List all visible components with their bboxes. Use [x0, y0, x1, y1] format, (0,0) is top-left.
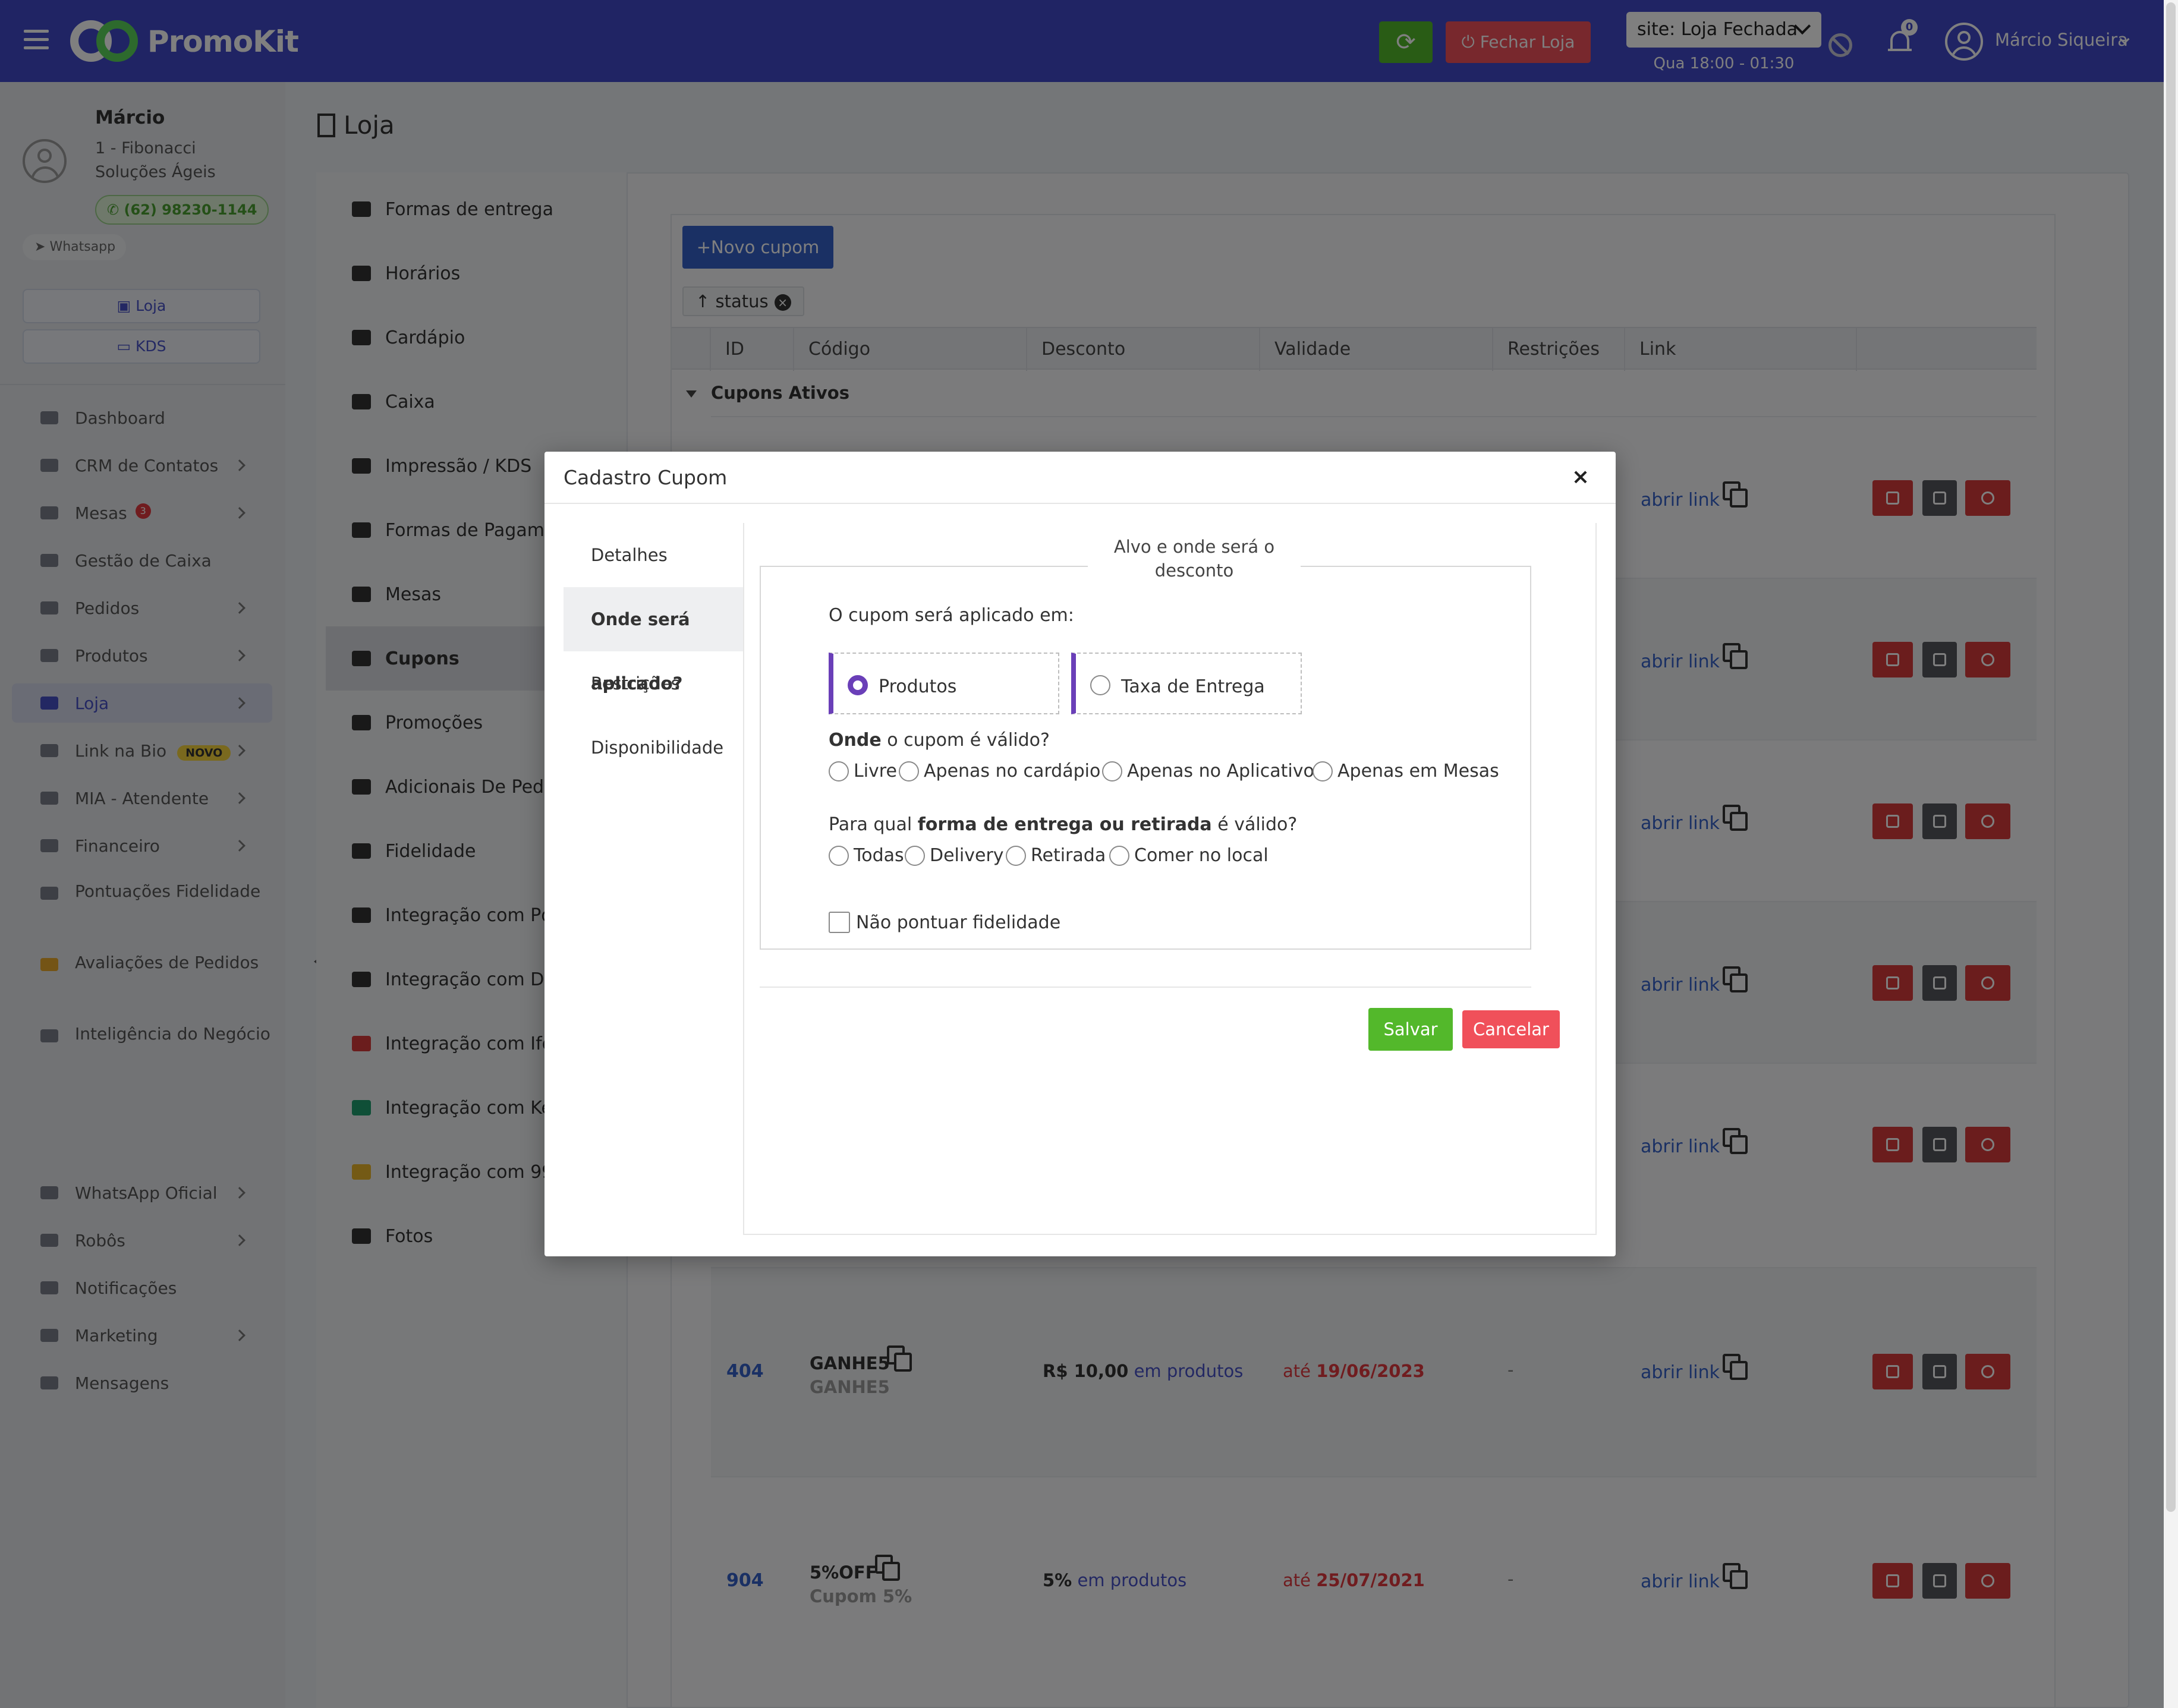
delivery-option-label: Retirada [1031, 845, 1106, 866]
where-option-label: Apenas no cardápio [924, 761, 1101, 781]
fieldset-legend: Alvo e onde será o desconto [1088, 535, 1301, 582]
tab-restricoes[interactable]: Restrições [564, 651, 743, 716]
delivery-question-prefix: Para qual [829, 814, 918, 835]
where-option-cardapio[interactable]: Apenas no cardápio [899, 761, 1100, 781]
where-question-rest: o cupom é válido? [881, 730, 1050, 751]
target-option-label: Taxa de Entrega [1121, 676, 1265, 697]
radio-delivery[interactable] [905, 845, 925, 866]
delivery-question-bold: forma de entrega ou retirada [917, 814, 1212, 835]
radio-aplicativo[interactable] [1102, 761, 1122, 781]
delivery-option-comer-local[interactable]: Comer no local [1109, 845, 1269, 866]
checkbox-box[interactable] [829, 912, 850, 933]
cancel-button[interactable]: Cancelar [1462, 1010, 1560, 1048]
where-question-bold: Onde [829, 730, 882, 751]
radio-comer-local[interactable] [1109, 845, 1129, 866]
where-option-livre[interactable]: Livre [829, 761, 897, 781]
where-option-label: Apenas no Aplicativo [1127, 761, 1314, 781]
modal-tabs: Detalhes Onde será aplicado? Restrições … [564, 523, 744, 1235]
where-option-mesas[interactable]: Apenas em Mesas [1313, 761, 1499, 781]
where-option-label: Apenas em Mesas [1337, 761, 1499, 781]
modal-header: Cadastro Cupom × [544, 452, 1616, 504]
delivery-option-label: Todas [854, 845, 904, 866]
modal-divider [760, 987, 1531, 988]
delivery-option-delivery[interactable]: Delivery [905, 845, 1004, 866]
delivery-question-suffix: é válido? [1211, 814, 1298, 835]
radio-taxa-entrega[interactable] [1090, 675, 1110, 695]
tab-disponibilidade[interactable]: Disponibilidade [564, 716, 743, 780]
close-icon[interactable]: × [1572, 465, 1590, 489]
tab-onde-aplicado[interactable]: Onde será aplicado? [564, 587, 743, 694]
delivery-option-label: Comer no local [1134, 845, 1269, 866]
radio-todas[interactable] [829, 845, 849, 866]
target-option-taxa-entrega[interactable]: Taxa de Entrega [1071, 653, 1302, 714]
page-scrollbar[interactable] [2164, 0, 2178, 1708]
delivery-option-retirada[interactable]: Retirada [1006, 845, 1106, 866]
scrollbar-thumb[interactable] [2166, 2, 2176, 1512]
delivery-question: Para qual forma de entrega ou retirada é… [829, 814, 1297, 835]
radio-produtos[interactable] [848, 675, 868, 695]
delivery-option-label: Delivery [930, 845, 1004, 866]
delivery-option-todas[interactable]: Todas [829, 845, 904, 866]
coupon-modal: Cadastro Cupom × Detalhes Onde será apli… [544, 452, 1616, 1256]
tab-detalhes[interactable]: Detalhes [564, 523, 743, 587]
no-points-checkbox[interactable]: Não pontuar fidelidade [829, 912, 1060, 933]
save-button[interactable]: Salvar [1368, 1008, 1453, 1051]
target-option-produtos[interactable]: Produtos [829, 653, 1059, 714]
where-question: Onde o cupom é válido? [829, 730, 1050, 751]
radio-livre[interactable] [829, 761, 849, 781]
where-option-label: Livre [854, 761, 897, 781]
radio-mesas[interactable] [1313, 761, 1333, 781]
where-option-aplicativo[interactable]: Apenas no Aplicativo [1102, 761, 1314, 781]
modal-title: Cadastro Cupom [564, 466, 728, 489]
radio-cardapio[interactable] [899, 761, 919, 781]
radio-retirada[interactable] [1006, 845, 1026, 866]
target-option-label: Produtos [879, 676, 957, 697]
applied-to-question: O cupom será aplicado em: [829, 605, 1074, 626]
no-points-label: Não pontuar fidelidade [856, 912, 1061, 933]
